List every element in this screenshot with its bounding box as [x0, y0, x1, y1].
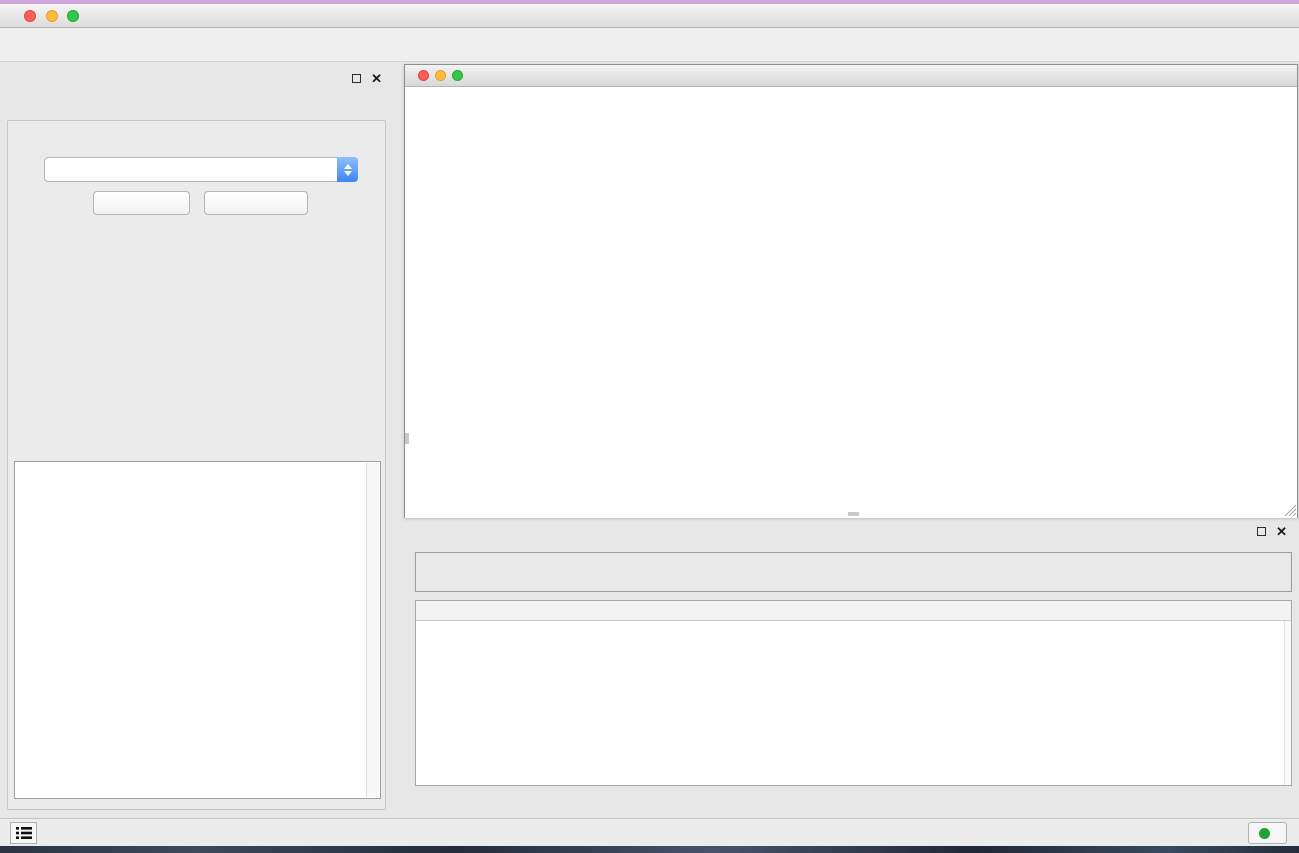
- close-window-button[interactable]: [24, 10, 36, 22]
- app-title-bar: [0, 4, 1299, 28]
- mcds-result-box: [14, 461, 381, 799]
- network-minimize-button[interactable]: [435, 70, 446, 81]
- table-header-row: [416, 601, 1291, 621]
- network-graph-canvas[interactable]: [405, 88, 1297, 518]
- table-scrollbar[interactable]: [1284, 621, 1291, 785]
- desktop-wallpaper-strip: [0, 846, 1299, 853]
- memory-status-icon: [1259, 828, 1270, 839]
- criterion-dropdown[interactable]: [44, 157, 358, 182]
- network-window-title-bar[interactable]: [405, 65, 1297, 87]
- memory-button[interactable]: [1248, 822, 1287, 844]
- task-history-button[interactable]: [10, 822, 37, 844]
- mcds-tab-content: [7, 120, 386, 810]
- maximize-window-button[interactable]: [67, 10, 79, 22]
- table-float-panel-icon[interactable]: [1257, 527, 1266, 536]
- network-window: [404, 64, 1298, 518]
- table-panel: ✕: [404, 520, 1299, 818]
- mcds-result-list[interactable]: [16, 465, 365, 797]
- resize-grip[interactable]: [1282, 502, 1296, 516]
- result-scrollbar[interactable]: [366, 463, 379, 797]
- table-toolbar: [415, 552, 1292, 592]
- run-mcds-button[interactable]: [93, 191, 190, 215]
- node-table[interactable]: [415, 600, 1292, 786]
- dropdown-stepper-icon: [337, 157, 358, 182]
- close-panel-icon[interactable]: ✕: [371, 74, 382, 83]
- network-maximize-button[interactable]: [452, 70, 463, 81]
- float-panel-icon[interactable]: [352, 74, 361, 83]
- close-panel-button[interactable]: [204, 191, 308, 215]
- list-icon: [16, 826, 32, 840]
- control-panel: ✕: [4, 66, 390, 816]
- table-close-panel-icon[interactable]: ✕: [1276, 527, 1287, 536]
- left-scroll-tick: [405, 433, 409, 444]
- minimize-window-button[interactable]: [46, 10, 58, 22]
- network-close-button[interactable]: [418, 70, 429, 81]
- status-bar: [0, 818, 1299, 846]
- main-toolbar: [0, 28, 1299, 62]
- bottom-scroll-tick: [848, 512, 859, 516]
